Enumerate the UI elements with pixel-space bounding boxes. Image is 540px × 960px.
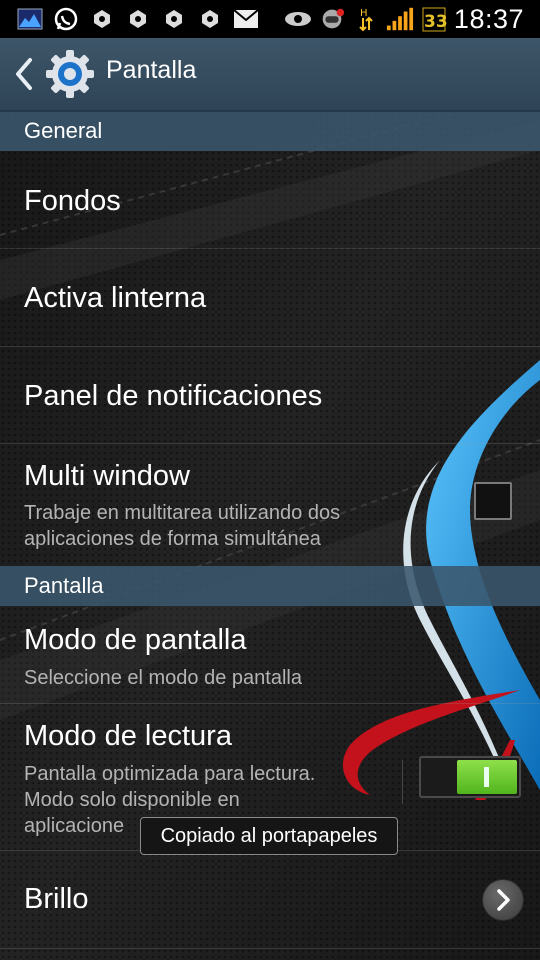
email-icon [232,7,260,31]
settings-item-title: Brillo [24,883,89,915]
puzzle-icon [196,7,224,31]
settings-item-subtitle: Pantalla optimizada para lectura. [24,763,316,785]
eye-icon [284,7,312,31]
settings-item-linterna[interactable]: Activa linterna [0,249,540,347]
chevron-right-icon [497,889,510,911]
settings-item-subtitle: aplicacione [24,815,125,837]
settings-item-title: Multi window [24,460,190,492]
puzzle-icon [124,7,152,31]
toggle-on-thumb [457,760,517,794]
settings-item-subtitle: Seleccione el modo de pantalla [24,667,302,689]
puzzle-icon [160,7,188,31]
section-header-general: General [0,111,540,151]
gallery-icon [16,7,44,31]
settings-item-modo-pantalla[interactable]: Modo de pantalla Seleccione el modo de p… [0,606,540,704]
svg-text:33: 33 [424,12,447,32]
multi-window-checkbox[interactable] [474,482,512,520]
signal-icon [386,7,414,31]
action-bar: Pantalla [0,38,540,112]
settings-item-fondos[interactable]: Fondos [0,151,540,249]
brillo-chevron-button[interactable] [482,879,524,921]
settings-item-brillo[interactable]: Brillo [0,851,540,949]
data-transfer-icon: H [352,7,380,32]
toast-message: Copiado al portapapeles [140,817,398,855]
settings-item-title: Panel de notificaciones [24,380,323,412]
settings-gear-icon[interactable] [44,48,96,100]
settings-item-title: Activa linterna [24,282,207,314]
settings-item-notificaciones[interactable]: Panel de notificaciones [0,347,540,444]
settings-item-title: Modo de pantalla [24,624,247,656]
status-clock: 18:37 [453,3,524,34]
status-bar: H 33 18:37 [0,0,540,38]
svg-text:H: H [360,8,368,19]
settings-item-title: Modo de lectura [24,720,232,752]
settings-item-title: Fondos [24,185,121,217]
settings-item-subtitle: Modo solo disponible en [24,789,240,811]
toggle-on-indicator [484,767,489,787]
puzzle-icon [88,7,116,31]
section-header-pantalla: Pantalla [0,566,540,606]
back-arrow-icon[interactable] [10,54,36,94]
page-title: Pantalla [106,56,197,84]
reading-mode-toggle[interactable] [419,756,521,798]
whatsapp-icon [52,7,80,31]
battery-icon: 33 [420,7,448,32]
settings-item-subtitle: aplicaciones de forma simultánea [24,528,321,550]
settings-item-subtitle: Trabaje en multitarea utilizando dos [24,502,341,524]
gamepad-icon [318,7,346,31]
toggle-divider [402,760,403,804]
settings-item-multi-window[interactable]: Multi window Trabaje en multitarea utili… [0,444,540,566]
